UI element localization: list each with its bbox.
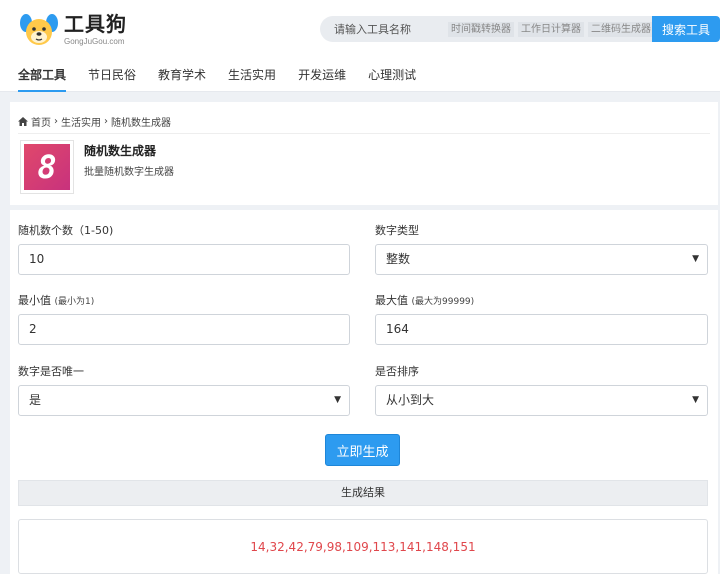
min-input[interactable]: 2 <box>18 314 350 345</box>
category-nav: 全部工具 节日民俗 教育学术 生活实用 开发运维 心理测试 <box>18 60 438 92</box>
search-button[interactable]: 搜索工具 <box>652 16 720 42</box>
search-tag[interactable]: 二维码生成器 <box>588 22 654 37</box>
result-header: 生成结果 <box>18 480 708 506</box>
divider <box>18 133 710 134</box>
digit-eight-icon: 8 <box>24 144 70 190</box>
tool-description: 批量随机数字生成器 <box>84 167 174 178</box>
search-bar: 时间戳转换器 工作日计算器 二维码生成器 搜索工具 <box>320 16 720 42</box>
nav-item-life[interactable]: 生活实用 <box>228 60 276 92</box>
sort-select[interactable]: 从小到大 ▼ <box>375 385 708 416</box>
min-label-text: 最小值 <box>18 294 51 307</box>
nav-item-devops[interactable]: 开发运维 <box>298 60 346 92</box>
breadcrumb-separator: › <box>54 116 58 127</box>
search-tag[interactable]: 工作日计算器 <box>518 22 584 37</box>
type-select[interactable]: 整数 ▼ <box>375 244 708 275</box>
generator-form: 随机数个数（1-50) 10 数字类型 整数 ▼ 最小值 (最小为1) 2 最大… <box>10 210 718 574</box>
min-label-hint: (最小为1) <box>54 297 95 307</box>
unique-label: 数字是否唯一 <box>18 365 84 378</box>
dog-logo-icon <box>18 10 60 50</box>
type-label: 数字类型 <box>375 224 419 237</box>
unique-select[interactable]: 是 ▼ <box>18 385 350 416</box>
sort-label: 是否排序 <box>375 365 419 378</box>
tool-icon: 8 <box>20 140 74 194</box>
unique-select-value: 是 <box>29 393 42 407</box>
caret-down-icon: ▼ <box>334 395 341 405</box>
tool-title: 随机数生成器 <box>84 144 157 158</box>
caret-down-icon: ▼ <box>692 254 699 264</box>
count-input[interactable]: 10 <box>18 244 350 275</box>
max-label-text: 最大值 <box>375 294 408 307</box>
nav-item-education[interactable]: 教育学术 <box>158 60 206 92</box>
nav-item-festivals[interactable]: 节日民俗 <box>88 60 136 92</box>
count-label: 随机数个数（1-50) <box>18 224 114 237</box>
search-quick-tags: 时间戳转换器 工作日计算器 二维码生成器 <box>448 22 654 37</box>
breadcrumb-home[interactable]: 首页 <box>31 114 51 129</box>
generate-button[interactable]: 立即生成 <box>325 434 400 466</box>
home-icon <box>18 117 28 126</box>
tool-info-card: 首页 › 生活实用 › 随机数生成器 8 随机数生成器 批量随机数字生成器 <box>10 102 718 205</box>
search-tag[interactable]: 时间戳转换器 <box>448 22 514 37</box>
brand-title: 工具狗 <box>64 12 127 36</box>
brand-subtitle: GongJuGou.com <box>64 37 125 46</box>
breadcrumb: 首页 › 生活实用 › 随机数生成器 <box>18 114 171 129</box>
breadcrumb-current: 随机数生成器 <box>111 118 171 129</box>
site-logo[interactable]: 工具狗 GongJuGou.com <box>18 10 127 50</box>
caret-down-icon: ▼ <box>692 395 699 405</box>
sort-select-value: 从小到大 <box>386 393 435 407</box>
nav-item-all-tools[interactable]: 全部工具 <box>18 60 67 92</box>
type-select-value: 整数 <box>386 252 411 266</box>
breadcrumb-separator: › <box>104 116 108 127</box>
nav-item-psychology[interactable]: 心理测试 <box>368 60 416 92</box>
max-input[interactable]: 164 <box>375 314 708 345</box>
max-label: 最大值 (最大为99999) <box>375 292 474 308</box>
site-header: 工具狗 GongJuGou.com 时间戳转换器 工作日计算器 二维码生成器 搜… <box>0 0 720 92</box>
max-label-hint: (最大为99999) <box>411 297 475 307</box>
result-output[interactable]: 14,32,42,79,98,109,113,141,148,151 <box>18 519 708 574</box>
breadcrumb-category[interactable]: 生活实用 <box>61 114 101 129</box>
min-label: 最小值 (最小为1) <box>18 292 94 308</box>
